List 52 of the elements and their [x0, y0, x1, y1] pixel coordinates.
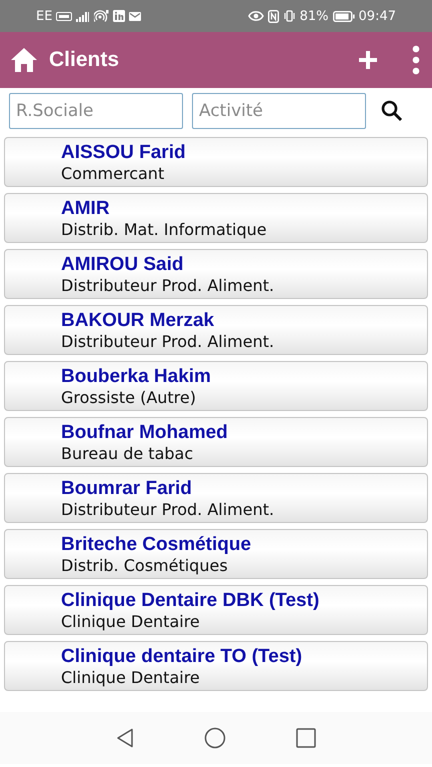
- client-name: BAKOUR Merzak: [61, 308, 216, 332]
- client-row[interactable]: Clinique dentaire TO (Test) Clinique Dentaire: [4, 641, 428, 691]
- client-name: Boumrar Farid: [61, 476, 193, 500]
- client-row[interactable]: BAKOUR Merzak Distributeur Prod. Aliment.: [4, 305, 428, 355]
- client-name: AISSOU Farid: [61, 140, 187, 164]
- home-icon[interactable]: [10, 47, 38, 73]
- client-row[interactable]: Clinique Dentaire DBK (Test) Clinique Dentaire: [4, 585, 428, 635]
- client-name: Boufnar Mohamed: [61, 420, 229, 444]
- linkedin-icon: [113, 10, 126, 22]
- client-row[interactable]: AMIROU Said Distributeur Prod. Aliment.: [4, 249, 428, 299]
- client-name: Clinique dentaire TO (Test): [61, 644, 304, 668]
- client-activity: Distributeur Prod. Aliment.: [61, 332, 276, 352]
- client-row[interactable]: AMIR Distrib. Mat. Informatique: [4, 193, 428, 243]
- search-field[interactable]: Activité: [192, 93, 366, 129]
- home-button-icon[interactable]: [204, 727, 226, 749]
- vibrate-icon: [282, 10, 296, 22]
- client-row[interactable]: AISSOU Farid Commercant: [4, 137, 428, 187]
- client-name: Briteche Cosmétique: [61, 532, 252, 556]
- client-activity: Commercant: [61, 164, 166, 184]
- search-icon[interactable]: [381, 100, 403, 122]
- app-title: Clients: [49, 48, 120, 72]
- client-row[interactable]: Bouberka Hakim Grossiste (Autre): [4, 361, 428, 411]
- mail-icon: [129, 12, 142, 20]
- carrier-label: EE: [36, 8, 52, 24]
- client-name: Bouberka Hakim: [61, 364, 212, 388]
- client-activity: Distrib. Mat. Informatique: [61, 220, 268, 240]
- client-row[interactable]: Boumrar Farid Distributeur Prod. Aliment.: [4, 473, 428, 523]
- client-activity: Clinique Dentaire: [61, 612, 201, 632]
- client-activity: Grossiste (Autre): [61, 388, 197, 408]
- search-field[interactable]: R.Sociale: [9, 93, 183, 129]
- clock: 09:47: [358, 8, 396, 24]
- client-activity: Distributeur Prod. Aliment.: [61, 276, 276, 296]
- client-row[interactable]: Boufnar Mohamed Bureau de tabac: [4, 417, 428, 467]
- nfc-icon: [268, 10, 279, 22]
- recents-icon[interactable]: [296, 728, 316, 748]
- volte-icon: [56, 12, 72, 20]
- client-name: AMIR: [61, 196, 111, 220]
- hotspot-icon: [94, 10, 110, 22]
- battery-percent: 81%: [300, 8, 329, 24]
- signal-icon: [76, 10, 90, 22]
- client-activity: Clinique Dentaire: [61, 668, 201, 688]
- battery-icon: [332, 10, 355, 22]
- eye-icon: [248, 11, 264, 21]
- more-icon[interactable]: [412, 45, 420, 75]
- add-icon[interactable]: [358, 50, 378, 70]
- client-activity: Distributeur Prod. Aliment.: [61, 500, 276, 520]
- client-name: AMIROU Said: [61, 252, 184, 276]
- back-icon[interactable]: [116, 728, 134, 748]
- client-row[interactable]: Briteche Cosmétique Distrib. Cosmétiques: [4, 529, 428, 579]
- client-activity: Bureau de tabac: [61, 444, 194, 464]
- client-activity: Distrib. Cosmétiques: [61, 556, 229, 576]
- client-name: Clinique Dentaire DBK (Test): [61, 588, 320, 612]
